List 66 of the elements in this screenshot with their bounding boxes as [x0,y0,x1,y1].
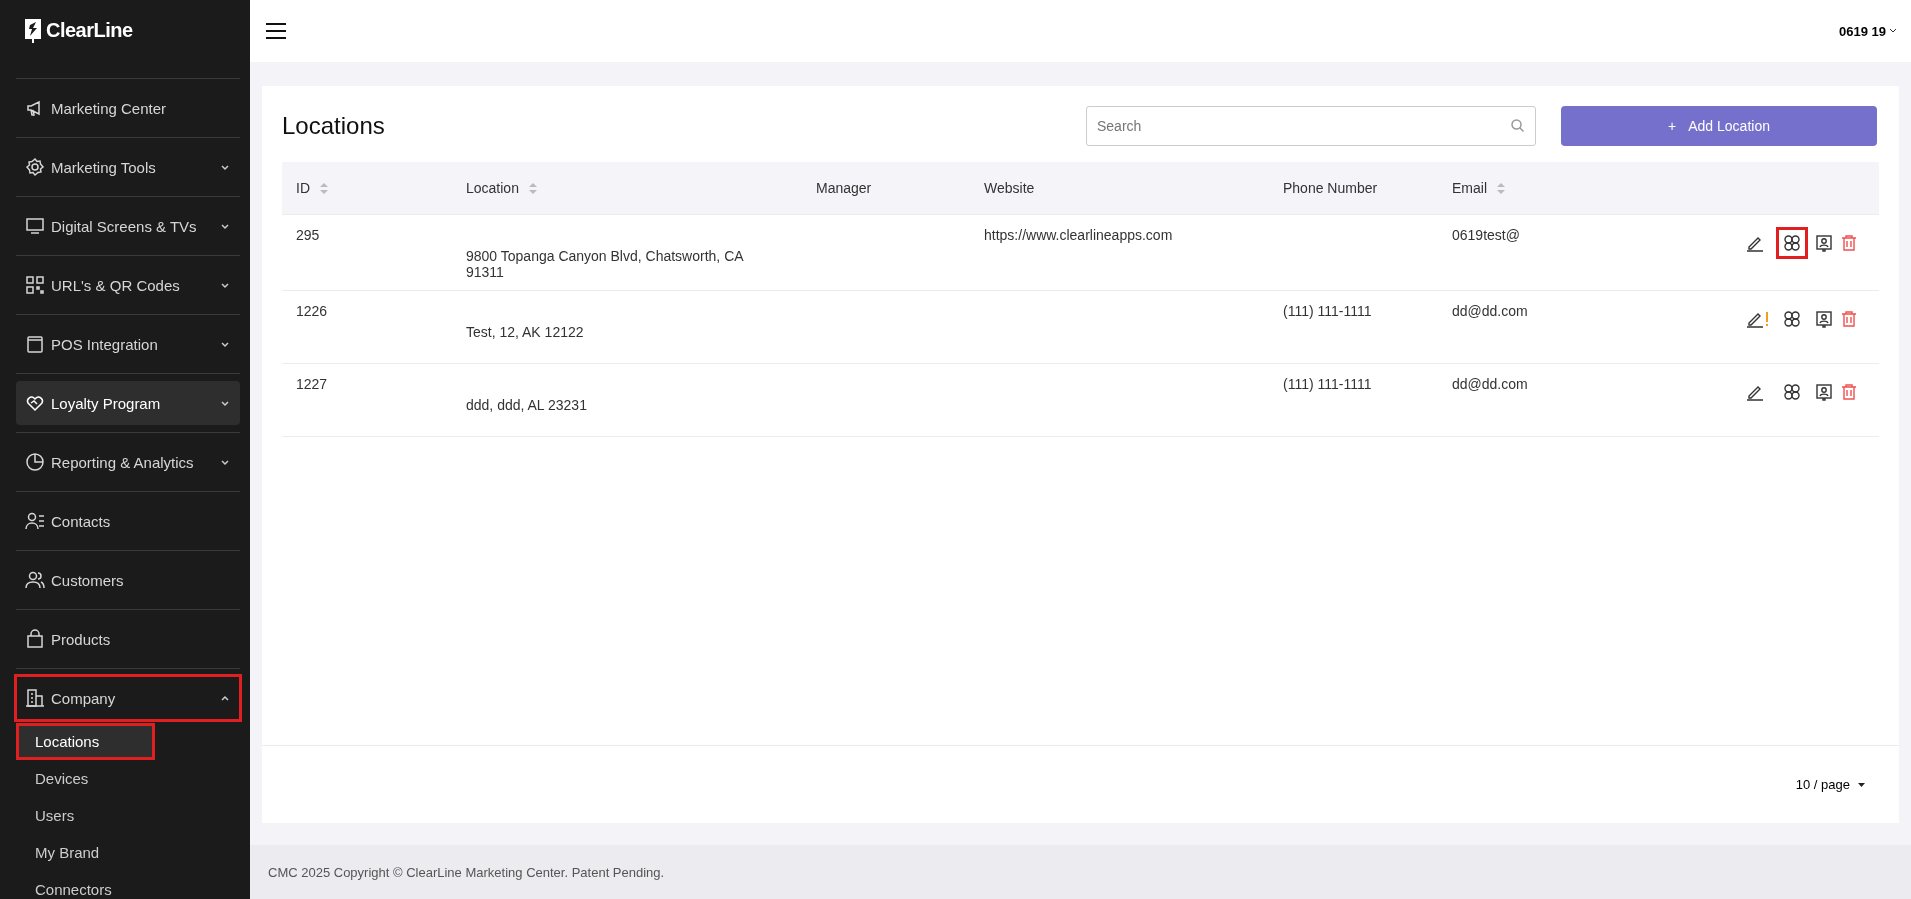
caret-icon [1889,28,1897,34]
contact-card-icon[interactable] [1815,383,1833,401]
table-cell-text: 1226 [295,302,329,321]
tablet-icon [25,334,45,354]
search-icon [1511,119,1524,132]
nav-subitem[interactable]: Connectors [16,871,240,899]
nav-item[interactable]: Company [16,676,240,720]
table-cell-text: dd@dd.com [1451,375,1529,394]
table-cell-text: ddd, ddd, AL 23231 [465,396,588,415]
pie-chart-icon [25,452,45,472]
nav-subitem[interactable]: Devices [16,760,240,797]
monitor-icon [25,216,45,236]
contacts-icon [25,511,45,531]
gear-icon [25,157,45,177]
table-cell-text: 0619test@ [1451,226,1521,245]
table-cell: (111) 111-1111 [1283,303,1372,319]
nav-item[interactable]: Customers [16,558,240,602]
page-title: Locations [282,112,386,140]
brand-name: ClearLine [46,18,133,42]
footer-text: CMC 2025 Copyright © ClearLine Marketing Center. Patent Pending. [250,845,1911,899]
nav-item[interactable]: POS Integration [16,322,240,366]
table-cell-text: dd@dd.com [1451,302,1529,321]
logo-icon [22,16,44,44]
table-cell-text: 295 [295,226,321,245]
column-header[interactable]: Phone Number [1269,180,1438,196]
contact-card-icon[interactable] [1815,234,1833,252]
menu-icon[interactable] [266,23,286,39]
nav-item[interactable]: Contacts [16,499,240,543]
table-cell-text: 1227 [295,375,329,394]
nav-subitem[interactable]: My Brand [16,834,240,871]
clover-icon[interactable] [1776,227,1808,259]
nav-item[interactable]: Reporting & Analytics [16,440,240,484]
heart-icon [25,393,45,413]
nav-item[interactable]: Marketing Center [16,86,240,130]
column-header[interactable]: Email [1438,180,1722,196]
nav-subitem[interactable]: Locations [16,723,155,760]
table-cell: (111) 111-1111 [1283,376,1372,392]
trash-icon[interactable] [1840,310,1858,328]
user-menu[interactable]: 0619 19 [1839,23,1897,39]
page-size-select[interactable]: 10 / page [1795,777,1865,792]
nav-item[interactable]: Marketing Tools [16,145,240,189]
search-field[interactable]: Search [1086,106,1536,146]
table-cell-text: Test, 12, AK 12122 [465,323,585,342]
nav-item[interactable]: Loyalty Program [16,381,240,425]
column-header[interactable]: ID [282,180,452,196]
trash-icon[interactable] [1840,234,1858,252]
add-location-button[interactable]: + Add Location [1561,106,1877,146]
qr-code-icon [25,275,45,295]
table-cell-text: 9800 Topanga Canyon Blvd, Chatsworth, CA 91311 [465,247,745,280]
trash-icon[interactable] [1840,383,1858,401]
nav-subitem[interactable]: Users [16,797,240,834]
sort-icon [320,182,328,194]
users-icon [25,570,45,590]
bag-icon [25,629,45,649]
nav-item[interactable]: Products [16,617,240,661]
column-header[interactable]: Website [970,180,1269,196]
table-cell: https://www.clearlineapps.com [984,227,1173,243]
building-icon [25,688,45,708]
nav-item[interactable]: Digital Screens & TVs [16,204,240,248]
sort-icon [1497,182,1505,194]
column-header[interactable]: Manager [802,180,970,196]
contact-card-icon[interactable] [1815,310,1833,328]
nav-item[interactable]: URL's & QR Codes [16,263,240,307]
column-header[interactable]: Location [452,180,802,196]
sort-icon [528,182,537,194]
caret-icon [1858,782,1865,787]
